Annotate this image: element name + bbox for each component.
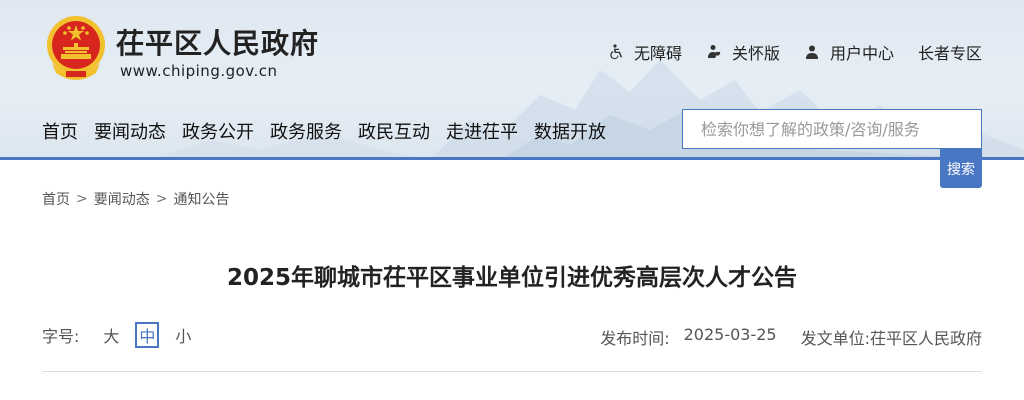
accessibility-link-label: 无障碍 bbox=[633, 44, 682, 63]
breadcrumb-notices[interactable]: 通知公告 bbox=[173, 189, 229, 209]
user-icon bbox=[805, 45, 818, 59]
breadcrumb: 首页 > 要闻动态 > 通知公告 bbox=[42, 189, 229, 209]
search-button[interactable]: 搜索 bbox=[940, 149, 982, 188]
nav-item-home[interactable]: 首页 bbox=[42, 118, 78, 143]
wheelchair-icon bbox=[610, 44, 622, 60]
nav-item-about-chiping[interactable]: 走进茌平 bbox=[446, 118, 518, 143]
breadcrumb-news[interactable]: 要闻动态 bbox=[94, 189, 150, 209]
breadcrumb-home[interactable]: 首页 bbox=[42, 189, 70, 209]
senior-zone-link[interactable]: 长者专区 bbox=[918, 40, 982, 64]
nav-item-open-data[interactable]: 数据开放 bbox=[534, 118, 606, 143]
care-mode-link[interactable]: 关怀版 bbox=[706, 40, 780, 64]
care-icon bbox=[707, 45, 721, 58]
publish-date: 2025-03-25 bbox=[683, 325, 777, 344]
article-title: 2025年聊城市茌平区事业单位引进优秀高层次人才公告 bbox=[226, 265, 797, 291]
issuer: 发文单位:茌平区人民政府 bbox=[800, 329, 982, 348]
nav-item-gov-affairs[interactable]: 政务公开 bbox=[182, 118, 254, 143]
site-url: www.chiping.gov.cn bbox=[120, 62, 278, 80]
font-size-controls: 字号: 大 中 小 bbox=[42, 322, 203, 348]
senior-zone-link-label: 长者专区 bbox=[917, 44, 982, 63]
user-center-link[interactable]: 用户中心 bbox=[804, 40, 894, 64]
divider bbox=[42, 371, 982, 372]
accessibility-link[interactable]: 无障碍 bbox=[608, 40, 682, 64]
care-mode-link-label: 关怀版 bbox=[731, 44, 780, 63]
breadcrumb-separator: > bbox=[76, 191, 88, 207]
publish-time-label: 发布时间: bbox=[600, 329, 670, 348]
font-size-large-button[interactable]: 大 bbox=[99, 322, 123, 348]
font-size-medium-button[interactable]: 中 bbox=[135, 322, 160, 348]
header-accent-line bbox=[0, 157, 1024, 160]
article-meta: 发布时间: 2025-03-25 发文单位:茌平区人民政府 bbox=[600, 325, 982, 349]
national-emblem-icon bbox=[47, 16, 105, 80]
font-size-small-button[interactable]: 小 bbox=[171, 322, 195, 348]
top-links: 无障碍 关怀版 用户中心 长者专区 bbox=[608, 41, 982, 63]
user-center-link-label: 用户中心 bbox=[829, 44, 894, 63]
search-input[interactable] bbox=[682, 109, 982, 149]
main-nav: 首页 要闻动态 政务公开 政务服务 政民互动 走进茌平 数据开放 bbox=[42, 118, 622, 143]
nav-item-gov-services[interactable]: 政务服务 bbox=[270, 118, 342, 143]
breadcrumb-separator: > bbox=[155, 191, 168, 207]
nav-item-news[interactable]: 要闻动态 bbox=[94, 118, 166, 143]
nav-item-interaction[interactable]: 政民互动 bbox=[358, 118, 430, 143]
site-title: 茌平区人民政府 bbox=[116, 27, 320, 60]
font-size-label: 字号: bbox=[42, 327, 80, 346]
